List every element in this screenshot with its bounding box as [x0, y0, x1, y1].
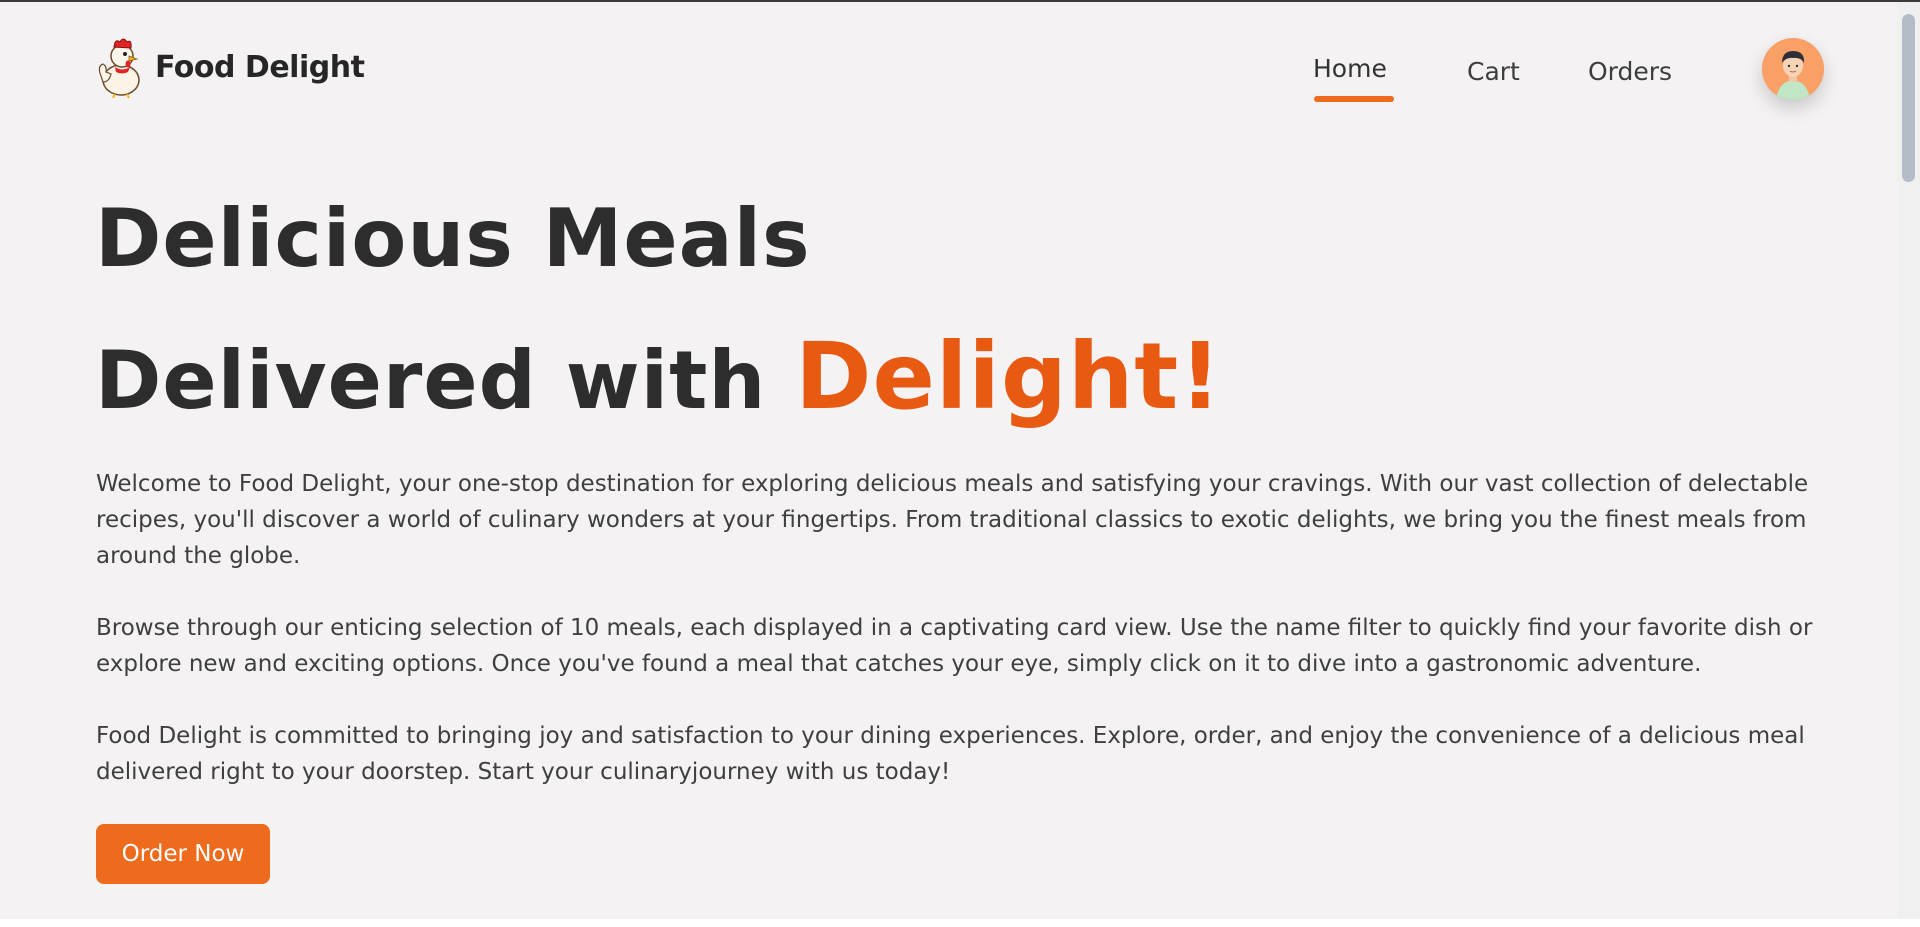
user-avatar-button[interactable]	[1762, 38, 1824, 100]
order-now-button[interactable]: Order Now	[96, 824, 270, 884]
brand-name: Food Delight	[155, 49, 365, 85]
active-nav-indicator	[1314, 96, 1394, 102]
browser-viewport: Food Delight Home Cart Orders Delicious …	[0, 0, 1920, 927]
intro-paragraph-3: Food Delight is committed to bringing jo…	[96, 723, 1805, 785]
hero-headline: Delicious Meals Delivered with Delight!	[95, 170, 1222, 450]
landing-page: Food Delight Home Cart Orders Delicious …	[0, 2, 1897, 919]
nav-cart-link[interactable]: Cart	[1467, 57, 1520, 86]
brand-link[interactable]: Food Delight	[95, 36, 365, 98]
scrollbar-thumb[interactable]	[1902, 14, 1915, 182]
rooster-chef-icon	[98, 38, 140, 98]
intro-paragraph-2: Browse through our enticing selection of…	[96, 615, 1813, 677]
hero-headline-line1: Delicious Meals	[95, 192, 811, 285]
intro-paragraph-1: Welcome to Food Delight, your one-stop d…	[96, 471, 1809, 569]
vertical-scrollbar[interactable]	[1897, 2, 1920, 919]
hero-headline-prefix: Delivered with	[95, 334, 796, 427]
nav-home-link[interactable]: Home	[1313, 54, 1387, 83]
hero-headline-line2: Delivered with Delight!	[95, 308, 1222, 450]
nav-orders-link[interactable]: Orders	[1588, 57, 1672, 86]
user-avatar-icon	[1762, 38, 1824, 100]
hero-headline-accent: Delight!	[795, 323, 1223, 430]
